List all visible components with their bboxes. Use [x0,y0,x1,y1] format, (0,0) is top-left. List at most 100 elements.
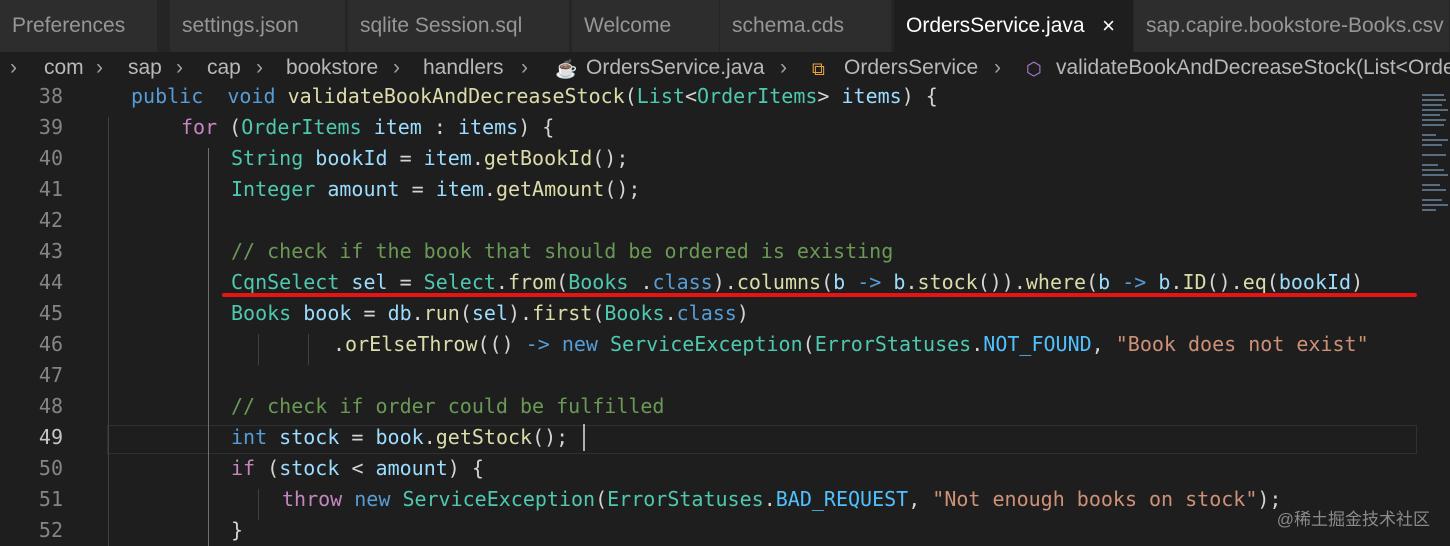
watermark: @稀土掘金技术社区 [1276,510,1430,529]
breadcrumb-item-handlers[interactable]: handlers [423,56,504,80]
code-token: Books [604,301,665,325]
code-token: ( [802,332,815,356]
code-token: ID [1182,270,1207,294]
code-token: . [905,270,918,294]
code-token: getBookId [483,146,593,170]
line-number: 44 [38,270,63,294]
tab-welcome[interactable]: Welcome [572,0,720,52]
code-line: 45 Books book = db.run(sel).first(Books.c… [0,298,1450,329]
code-line: 41 Integer amount = item.getAmount(); [0,174,1450,205]
tab-preferences[interactable]: Preferences [0,0,158,52]
code-token: ()). [977,270,1026,294]
code-line: 46 .orElseThrow(() -> new ServiceExceptio… [0,329,1450,360]
class-icon: ⧉ [812,59,825,79]
code-token: // check if order could be fulfilled [231,394,665,418]
breadcrumb-item-class[interactable]: OrdersService [844,56,978,80]
code-token: , [908,487,933,511]
line-number: 45 [38,301,63,325]
tab-settings-json[interactable]: settings.json [170,0,346,52]
code-token: bookId [1278,270,1352,294]
code-token: ServiceException [609,332,803,356]
code-token: (); [604,177,641,201]
close-icon[interactable]: × [1102,0,1115,52]
code-token: CqnSelect [231,270,340,294]
minimap[interactable] [1418,86,1450,546]
code-text: // check if order could be fulfilled [231,391,664,422]
code-token: b [1098,270,1111,294]
code-token: . [423,425,436,449]
line-number: 48 [38,394,63,418]
code-token: new [354,487,391,511]
code-line: 47 [0,360,1450,391]
code-token: (); [532,425,569,449]
tab-bar: Preferences settings.json sqlite Session… [0,0,1450,52]
code-token: "Book does not exist" [1115,332,1369,356]
breadcrumb-item-bookstore[interactable]: bookstore [286,56,378,80]
code-token: stock [279,456,340,480]
code-text: } [231,515,243,546]
code-token: , [1091,332,1116,356]
code-token: : [421,115,458,139]
code-token: book [303,301,352,325]
code-token: stock [917,270,978,294]
code-token: -> [525,332,550,356]
code-editor[interactable]: 38 public void validateBookAndDecreaseSto… [0,86,1450,546]
java-file-icon: ☕ [555,59,578,79]
code-token: Books [231,301,292,325]
code-token: ( [592,301,605,325]
code-text: throw new ServiceException(ErrorStatuses… [282,484,1281,515]
tab-label: schema.cds [732,14,845,37]
breadcrumb-item-com[interactable]: com [44,56,84,80]
breadcrumb: › com › sap › cap › bookstore › handlers… [0,52,1450,86]
code-token: class [676,301,737,325]
code-token: ). [508,301,533,325]
breadcrumb-item-method[interactable]: validateBookAndDecreaseStock(List<OrderI… [1056,56,1450,80]
code-token: OrderItems [241,115,362,139]
code-token: void [227,86,276,108]
breadcrumb-item-sap[interactable]: sap [128,56,162,80]
code-token: ) { [518,115,555,139]
code-token: columns [736,270,822,294]
code-token: . [495,270,508,294]
breadcrumb-separator: › [521,56,528,79]
tab-schema-cds[interactable]: schema.cds [720,0,892,52]
tab-orders-service-java[interactable]: OrdersService.java × [894,0,1134,52]
code-token: item [423,146,472,170]
breadcrumb-separator: › [96,56,103,79]
tab-label: sqlite Session.sql [360,14,523,37]
tab-books-csv[interactable]: sap.capire.bookstore-Books.csv [1134,0,1450,52]
tab-sqlite-session[interactable]: sqlite Session.sql [348,0,570,52]
code-token: . [763,487,776,511]
code-token: -> [857,270,882,294]
code-token: run [423,301,460,325]
code-token: eq [1242,270,1267,294]
code-token: . [483,177,496,201]
code-text: String bookId = item.getBookId(); [231,143,628,174]
code-token: public [131,86,204,108]
code-token: (() [477,332,526,356]
code-token: items [457,115,519,139]
breadcrumb-item-file[interactable]: OrdersService.java [586,56,765,80]
line-number: 47 [38,363,63,387]
code-token: String [231,146,304,170]
code-text: public void validateBookAndDecreaseStock… [131,86,938,112]
line-number: 49 [38,425,63,449]
code-token: stock [279,425,340,449]
breadcrumb-item-cap[interactable]: cap [207,56,241,80]
code-text: // check if the book that should be orde… [231,236,893,267]
code-token: Select [423,270,496,294]
code-token: Integer [231,177,316,201]
code-line: 43 // check if the book that should be or… [0,236,1450,267]
text-cursor [583,424,585,451]
code-token: ( [556,270,569,294]
code-token: . [333,332,346,356]
